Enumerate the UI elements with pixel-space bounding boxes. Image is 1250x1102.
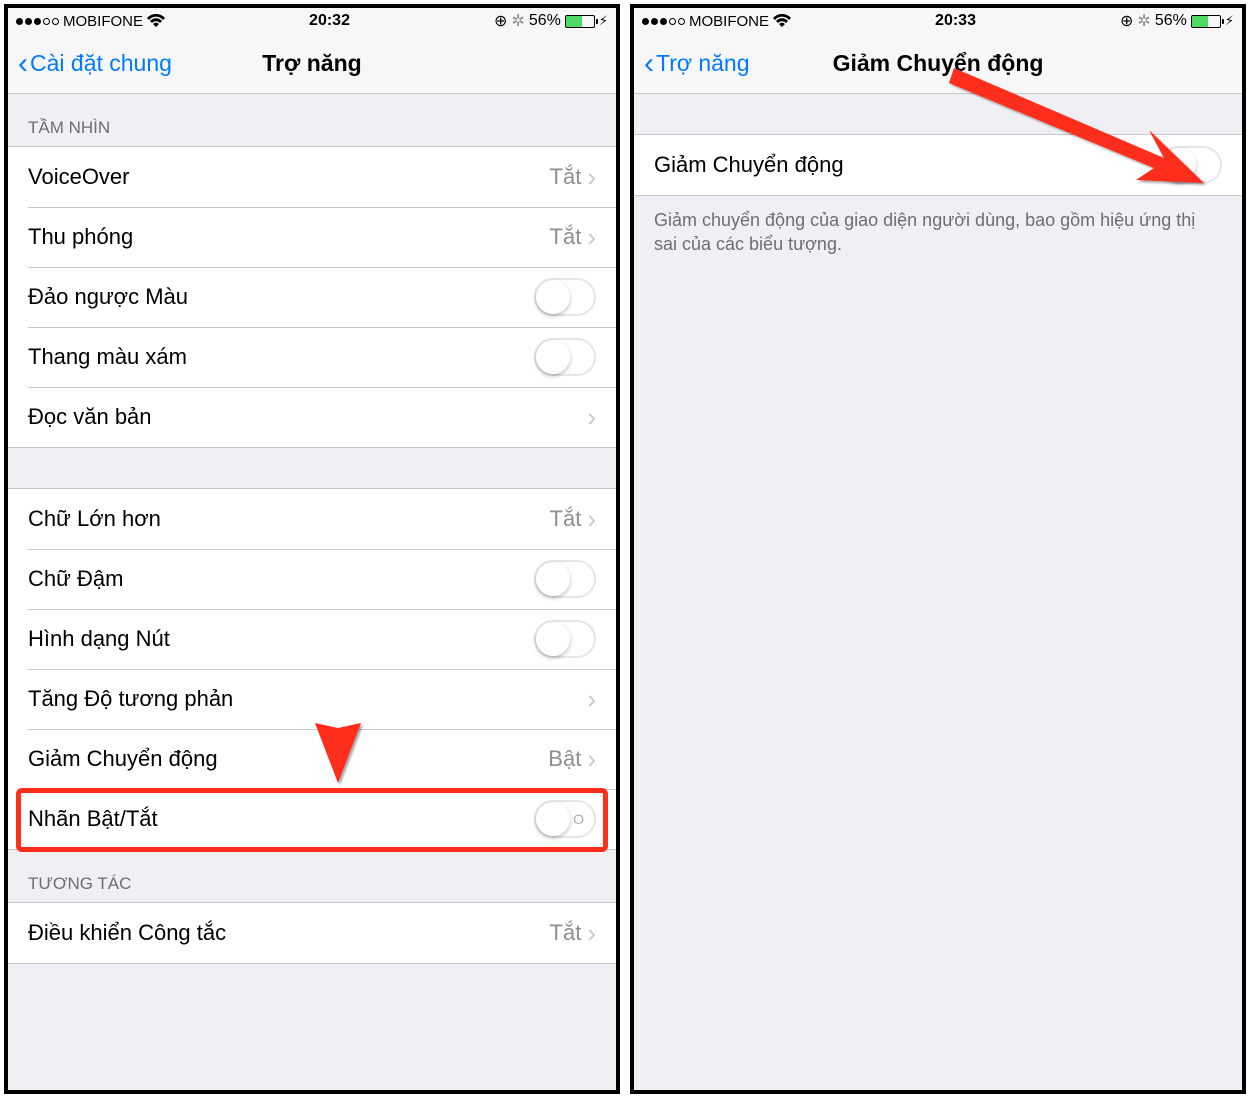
row-bold-text[interactable]: Chữ Đậm: [8, 549, 616, 609]
row-onoff-labels[interactable]: Nhãn Bật/Tắt O: [8, 789, 616, 849]
row-label: Giảm Chuyển động: [28, 746, 548, 772]
wifi-icon: [147, 14, 165, 28]
rotation-lock-icon: ⊕: [1120, 11, 1133, 31]
bluetooth-icon: ✲: [1137, 11, 1150, 31]
content: TẦM NHÌN VoiceOver Tắt › Thu phóng Tắt ›…: [8, 94, 616, 1090]
chevron-right-icon: ›: [587, 164, 596, 190]
back-label: Cài đặt chung: [30, 50, 172, 77]
phone-right: MOBIFONE 20:33 ⊕ ✲ 56% ⚡︎ ‹ Trợ năng Giả…: [630, 4, 1246, 1094]
nav-bar: ‹ Trợ năng Giảm Chuyển động: [634, 34, 1242, 94]
row-button-shapes[interactable]: Hình dạng Nút: [8, 609, 616, 669]
row-label: VoiceOver: [28, 164, 550, 190]
section-header-interact: TƯƠNG TÁC: [8, 850, 616, 902]
chevron-right-icon: ›: [587, 686, 596, 712]
group-interact: Điều khiển Công tắc Tắt ›: [8, 902, 616, 964]
toggle[interactable]: [534, 620, 596, 658]
battery-icon: [565, 15, 595, 28]
signal-icon: [16, 18, 59, 25]
chevron-right-icon: ›: [587, 746, 596, 772]
back-label: Trợ năng: [656, 50, 750, 77]
nav-bar: ‹ Cài đặt chung Trợ năng: [8, 34, 616, 94]
status-left: MOBIFONE: [16, 13, 165, 30]
row-value: Tắt: [550, 506, 582, 532]
chevron-right-icon: ›: [587, 224, 596, 250]
row-label: Đảo ngược Màu: [28, 284, 534, 310]
row-label: Thu phóng: [28, 224, 550, 250]
group-vision: VoiceOver Tắt › Thu phóng Tắt › Đảo ngượ…: [8, 146, 616, 448]
row-label: Tăng Độ tương phản: [28, 686, 587, 712]
bluetooth-icon: ✲: [511, 11, 524, 31]
toggle[interactable]: [534, 278, 596, 316]
row-grayscale[interactable]: Thang màu xám: [8, 327, 616, 387]
back-button[interactable]: ‹ Cài đặt chung: [18, 49, 172, 79]
row-label: Thang màu xám: [28, 344, 534, 370]
battery-icon: [1191, 15, 1221, 28]
carrier-label: MOBIFONE: [63, 13, 143, 30]
row-value: Tắt: [550, 224, 582, 250]
group-text: Chữ Lớn hơn Tắt › Chữ Đậm Hình dạng Nút …: [8, 488, 616, 850]
toggle[interactable]: O: [534, 800, 596, 838]
rotation-lock-icon: ⊕: [494, 11, 507, 31]
row-invert-colors[interactable]: Đảo ngược Màu: [8, 267, 616, 327]
row-value: Tắt: [550, 164, 582, 190]
status-bar: MOBIFONE 20:32 ⊕ ✲ 56% ⚡︎: [8, 8, 616, 34]
row-label: Giảm Chuyển động: [654, 152, 1160, 178]
clock: 20:32: [309, 12, 350, 30]
group-reduce-motion: Giảm Chuyển động: [634, 134, 1242, 196]
status-right: ⊕ ✲ 56% ⚡︎: [1120, 11, 1234, 31]
row-label: Đọc văn bản: [28, 404, 587, 430]
row-larger-text[interactable]: Chữ Lớn hơn Tắt ›: [8, 489, 616, 549]
chevron-right-icon: ›: [587, 506, 596, 532]
chevron-right-icon: ›: [587, 920, 596, 946]
row-reduce-motion[interactable]: Giảm Chuyển động Bật ›: [8, 729, 616, 789]
content: Giảm Chuyển động Giảm chuyển động của gi…: [634, 94, 1242, 1090]
row-increase-contrast[interactable]: Tăng Độ tương phản ›: [8, 669, 616, 729]
battery-pct: 56%: [529, 12, 561, 30]
phone-left: MOBIFONE 20:32 ⊕ ✲ 56% ⚡︎ ‹ Cài đặt chun…: [4, 4, 620, 1094]
charging-icon: ⚡︎: [1225, 13, 1234, 29]
wifi-icon: [773, 14, 791, 28]
back-button[interactable]: ‹ Trợ năng: [644, 49, 750, 79]
footer-text: Giảm chuyển động của giao diện người dùn…: [634, 196, 1242, 269]
battery-pct: 56%: [1155, 12, 1187, 30]
carrier-label: MOBIFONE: [689, 13, 769, 30]
row-voiceover[interactable]: VoiceOver Tắt ›: [8, 147, 616, 207]
row-value: Bật: [548, 746, 581, 772]
row-label: Chữ Lớn hơn: [28, 506, 550, 532]
chevron-left-icon: ‹: [18, 49, 28, 79]
status-bar: MOBIFONE 20:33 ⊕ ✲ 56% ⚡︎: [634, 8, 1242, 34]
toggle[interactable]: [534, 338, 596, 376]
row-speak[interactable]: Đọc văn bản ›: [8, 387, 616, 447]
row-switch-control[interactable]: Điều khiển Công tắc Tắt ›: [8, 903, 616, 963]
chevron-left-icon: ‹: [644, 49, 654, 79]
section-header-vision: TẦM NHÌN: [8, 94, 616, 146]
row-label: Nhãn Bật/Tắt: [28, 806, 534, 832]
row-reduce-motion-toggle[interactable]: Giảm Chuyển động: [634, 135, 1242, 195]
toggle[interactable]: [534, 560, 596, 598]
status-left: MOBIFONE: [642, 13, 791, 30]
row-value: Tắt: [550, 920, 582, 946]
row-label: Chữ Đậm: [28, 566, 534, 592]
toggle[interactable]: [1160, 146, 1222, 184]
row-label: Điều khiển Công tắc: [28, 920, 550, 946]
signal-icon: [642, 18, 685, 25]
clock: 20:33: [935, 12, 976, 30]
row-zoom[interactable]: Thu phóng Tắt ›: [8, 207, 616, 267]
row-label: Hình dạng Nút: [28, 626, 534, 652]
charging-icon: ⚡︎: [599, 13, 608, 29]
chevron-right-icon: ›: [587, 404, 596, 430]
status-right: ⊕ ✲ 56% ⚡︎: [494, 11, 608, 31]
